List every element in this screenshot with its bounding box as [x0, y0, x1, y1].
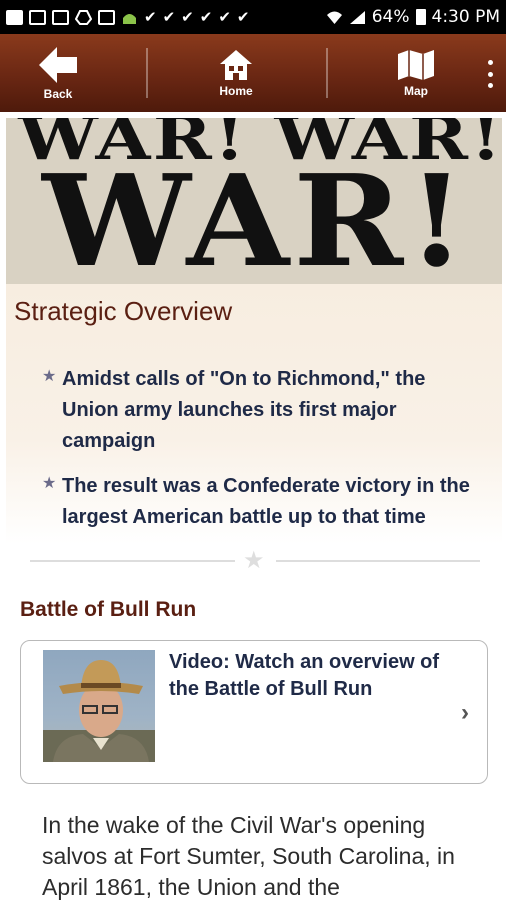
more-vert-icon[interactable] — [484, 60, 496, 88]
bullet-text: The result was a Confederate victory in … — [62, 475, 470, 528]
check-icon: ✔ — [199, 7, 213, 26]
divider-line — [276, 560, 480, 562]
overview-bullets: ★ Amidst calls of "On to Richmond," the … — [42, 364, 482, 547]
clock: 4:30 PM — [431, 7, 501, 27]
check-icon: ✔ — [181, 7, 194, 26]
check-icon: ✔ — [144, 7, 157, 26]
back-label: Back — [43, 87, 73, 101]
list-item: ★ The result was a Confederate victory i… — [42, 471, 482, 533]
star-icon: ★ — [243, 547, 265, 574]
bullet-text: Amidst calls of "On to Richmond," the Un… — [62, 368, 426, 452]
image-icon — [98, 9, 115, 25]
map-button[interactable]: Map — [380, 34, 452, 112]
battery-icon — [415, 9, 426, 25]
divider-line — [30, 560, 235, 562]
overview-title: Strategic Overview — [14, 296, 233, 326]
ranger-portrait-icon — [43, 660, 155, 762]
back-button[interactable]: Back — [22, 34, 94, 112]
nav-divider — [146, 48, 148, 98]
star-icon: ★ — [42, 368, 57, 385]
map-icon — [398, 50, 434, 80]
gmail-icon — [29, 9, 46, 25]
drive-icon — [74, 9, 93, 25]
map-label: Map — [404, 84, 428, 98]
gmail-icon — [52, 9, 69, 25]
section-title: Battle of Bull Run — [20, 598, 197, 621]
hero-line2: WAR! — [42, 147, 470, 284]
list-item: ★ Amidst calls of "On to Richmond," the … — [42, 364, 482, 457]
strategic-overview-panel: Strategic Overview ★ Amidst calls of "On… — [6, 284, 502, 544]
battery-percent: 64% — [371, 7, 410, 27]
android-icon — [121, 10, 138, 25]
notification-icons: ✔ ✔ ✔ ✔ ✔ ✔ — [6, 7, 250, 26]
check-icon: ✔ — [162, 7, 176, 26]
check-icon: ✔ — [218, 7, 231, 26]
star-icon: ★ — [42, 475, 57, 492]
status-right: 64% 4:30 PM — [326, 7, 500, 27]
back-arrow-icon — [39, 47, 77, 83]
status-bar: ✔ ✔ ✔ ✔ ✔ ✔ 64% 4:30 PM — [0, 0, 506, 34]
signal-icon — [349, 10, 366, 25]
video-thumbnail — [43, 650, 155, 762]
home-icon — [220, 50, 252, 80]
home-label: Home — [219, 84, 253, 98]
nav-divider — [326, 48, 328, 98]
chevron-right-icon: › — [461, 699, 469, 726]
check-icon: ✔ — [236, 7, 250, 26]
message-icon — [6, 9, 23, 25]
video-title: Video: Watch an overview of the Battle o… — [169, 651, 440, 700]
article-body: In the wake of the Civil War's opening s… — [42, 812, 455, 900]
hero-image: WAR! WAR! WAR! — [6, 118, 502, 284]
section-divider: ★ — [30, 547, 480, 574]
video-card[interactable]: Video: Watch an overview of the Battle o… — [20, 640, 488, 784]
top-nav-bar: Back Home Map — [0, 34, 506, 112]
home-button[interactable]: Home — [200, 34, 272, 112]
wifi-icon — [326, 10, 343, 25]
